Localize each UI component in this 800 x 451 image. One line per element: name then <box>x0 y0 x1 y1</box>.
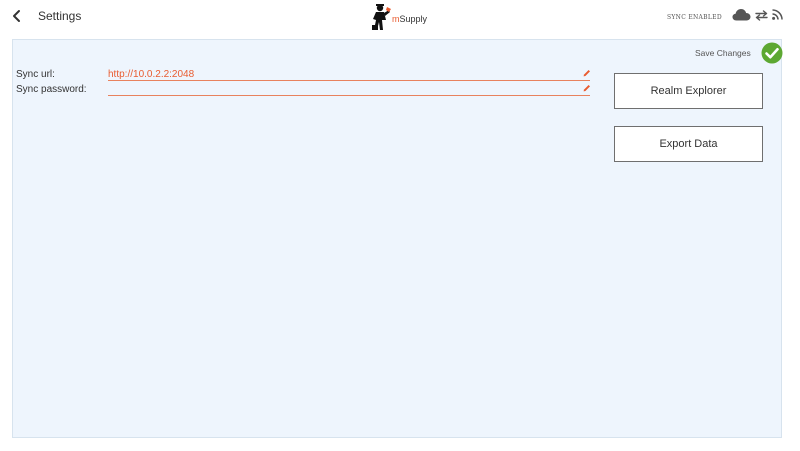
confirm-check-icon[interactable] <box>761 42 783 64</box>
sync-password-input[interactable] <box>108 83 590 96</box>
chevron-left-icon[interactable] <box>9 8 25 24</box>
realm-explorer-button[interactable]: Realm Explorer <box>614 73 763 109</box>
rss-icon <box>772 9 783 20</box>
settings-panel: Save Changes Sync url: Sync password: Re… <box>12 39 783 438</box>
sync-password-label: Sync password: <box>16 84 87 95</box>
header-bar: Settings mSupply SYNC ENABLED <box>0 0 800 36</box>
logo-mark-icon <box>372 4 391 30</box>
pencil-icon[interactable] <box>583 84 591 92</box>
sync-url-label: Sync url: <box>16 69 55 80</box>
page-title: Settings <box>38 9 82 23</box>
pencil-icon[interactable] <box>583 69 591 77</box>
sync-url-input[interactable] <box>108 68 590 81</box>
cloud-icon <box>732 9 751 21</box>
sync-arrows-icon <box>755 10 768 21</box>
logo-text: mSupply <box>392 14 428 24</box>
export-data-button[interactable]: Export Data <box>614 126 763 162</box>
app-logo: mSupply <box>369 3 429 31</box>
sync-status-text: SYNC ENABLED <box>667 14 722 21</box>
save-changes-label: Save Changes <box>695 48 751 58</box>
